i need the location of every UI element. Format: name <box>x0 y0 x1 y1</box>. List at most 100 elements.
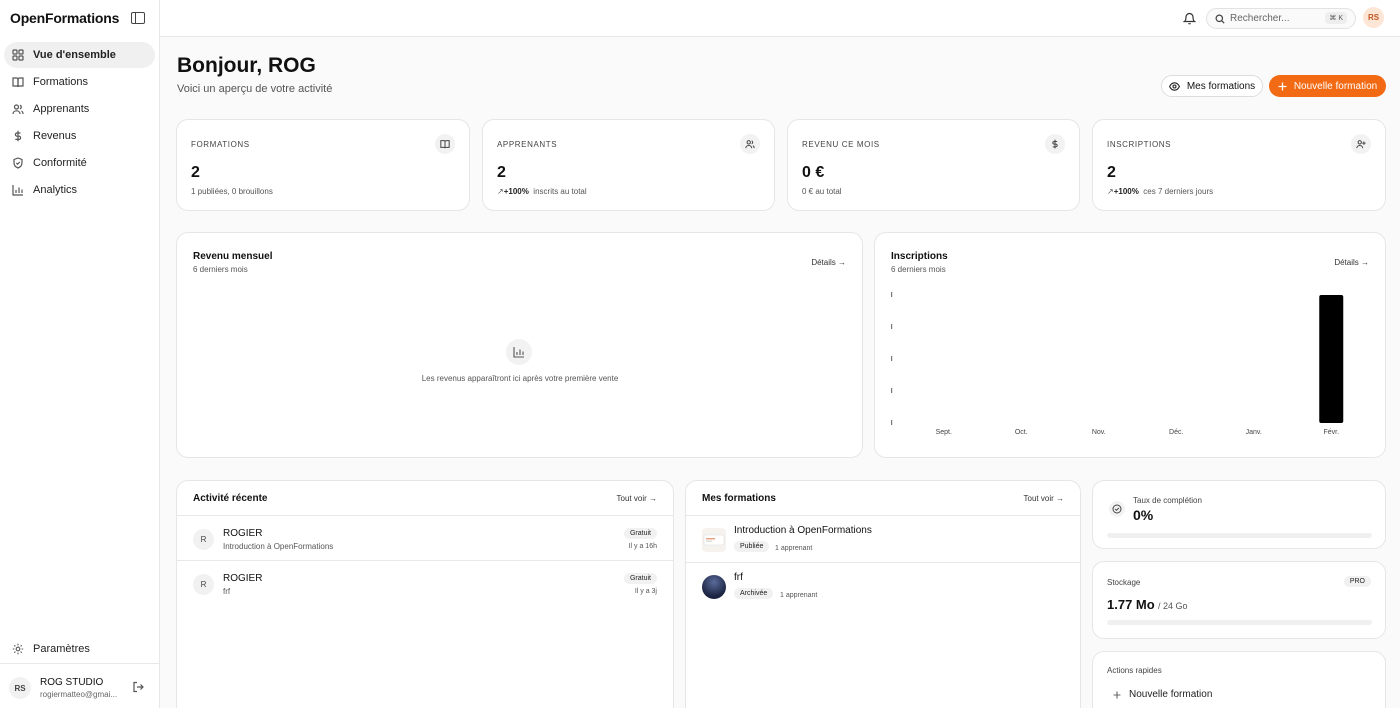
link-label: Tout voir <box>616 494 647 503</box>
topbar: ⌘ K RS <box>160 0 1400 37</box>
eye-icon <box>1168 81 1180 91</box>
stat-card-revenue[interactable]: REVENU CE MOIS 0 € 0 € au total <box>787 119 1080 211</box>
inscriptions-panel: Inscriptions 6 derniers mois Détails → S… <box>874 232 1386 458</box>
sidebar-toggle-icon[interactable] <box>131 12 145 24</box>
app-logo[interactable]: OpenFormations <box>10 10 119 26</box>
revenue-details-link[interactable]: Détails → <box>811 258 846 267</box>
logout-icon[interactable] <box>132 681 144 693</box>
stat-card-formations[interactable]: FORMATIONS 2 1 publiées, 0 brouillons <box>176 119 470 211</box>
sidebar-item-analytics[interactable]: Analytics <box>4 177 155 203</box>
panel-title: Revenu mensuel <box>193 251 273 262</box>
list-item[interactable]: R ROGIER Introduction à OpenFormations G… <box>177 516 673 561</box>
completion-value: 0% <box>1133 507 1154 523</box>
empty-state-text: Les revenus apparaîtront ici après votre… <box>421 374 619 383</box>
course-learners: 1 apprenant <box>775 545 813 552</box>
my-courses-button[interactable]: Mes formations <box>1161 75 1263 97</box>
sidebar-item-formations[interactable]: Formations <box>4 69 155 95</box>
search-shortcut: ⌘ K <box>1325 12 1347 24</box>
x-tick-label: Févr. <box>1323 429 1339 436</box>
sidebar-item-label: Formations <box>33 76 89 88</box>
book-icon <box>12 76 24 88</box>
arrow-right-icon: → <box>1056 494 1064 503</box>
stat-card-apprenants[interactable]: APPRENANTS 2 ↗+100% inscrits au total <box>482 119 775 211</box>
sidebar-item-conformite[interactable]: Conformité <box>4 150 155 176</box>
chart-bar[interactable] <box>1319 295 1344 423</box>
stat-sub: ↗+100% ces 7 derniers jours <box>1107 187 1213 196</box>
status-badge: Archivée <box>734 588 774 599</box>
storage-used: 1.77 Mo <box>1107 597 1155 612</box>
panel-title: Activité récente <box>193 493 268 504</box>
sidebar-item-label: Analytics <box>33 184 78 196</box>
search-input[interactable] <box>1230 13 1320 24</box>
sidebar-item-label: Revenus <box>33 130 77 142</box>
course-learners: 1 apprenant <box>780 592 818 599</box>
arrow-right-icon: → <box>838 258 846 267</box>
stat-trend: +100% <box>503 187 529 196</box>
my-courses-label: Mes formations <box>1186 80 1256 92</box>
page-title: Bonjour, ROG <box>177 54 316 77</box>
panel-title: Mes formations <box>702 493 776 504</box>
quick-actions-card: Actions rapides Nouvelle formation <box>1092 651 1386 708</box>
completion-progress <box>1107 533 1372 538</box>
storage-total: / 24 Go <box>1158 601 1188 611</box>
avatar[interactable]: RS <box>1363 7 1384 28</box>
plan-badge: PRO <box>1343 576 1371 587</box>
stat-value: 2 <box>191 164 200 181</box>
stat-card-inscriptions[interactable]: INSCRIPTIONS 2 ↗+100% ces 7 derniers jou… <box>1092 119 1386 211</box>
status-badge: Publiée <box>734 541 770 552</box>
activity-panel: Activité récente Tout voir → R ROGIER In… <box>176 480 674 708</box>
courses-panel: Mes formations Tout voir → Introduction … <box>685 480 1081 708</box>
course-title: Introduction à OpenFormations <box>734 525 872 536</box>
price-badge: Gratuit <box>623 573 657 584</box>
user-plus-icon <box>1351 134 1371 154</box>
trend-up-icon: ↗ <box>497 187 504 196</box>
x-tick-label: Déc. <box>1169 429 1183 436</box>
new-course-label: Nouvelle formation <box>1293 80 1378 92</box>
activity-time: Il y a 16h <box>628 543 657 550</box>
list-item[interactable]: Introduction à OpenFormations Publiée 1 … <box>686 516 1080 563</box>
dollar-icon <box>1045 134 1065 154</box>
avatar[interactable]: RS <box>9 677 31 699</box>
search-icon <box>1215 14 1225 24</box>
storage-label: Stockage <box>1107 578 1141 587</box>
stat-label: APPRENANTS <box>497 140 558 149</box>
plus-icon <box>1113 691 1121 699</box>
activity-header: Activité récente Tout voir → <box>177 481 673 516</box>
course-thumbnail <box>702 528 726 552</box>
grid-icon <box>12 49 24 61</box>
x-tick-label: Sept. <box>936 429 952 436</box>
stat-sub: 1 publiées, 0 brouillons <box>191 187 273 196</box>
storage-progress <box>1107 620 1372 625</box>
bell-icon[interactable] <box>1183 11 1196 25</box>
x-tick-label: Janv. <box>1246 429 1262 436</box>
sidebar-item-revenus[interactable]: Revenus <box>4 123 155 149</box>
stat-label: FORMATIONS <box>191 140 250 149</box>
avatar: R <box>193 574 214 595</box>
link-label: Détails <box>811 258 836 267</box>
activity-see-all-link[interactable]: Tout voir → <box>617 494 657 503</box>
search-box[interactable]: ⌘ K <box>1206 8 1356 29</box>
quick-action-new-course[interactable]: Nouvelle formation <box>1113 689 1212 700</box>
users-icon <box>740 134 760 154</box>
list-item[interactable]: frf Archivée 1 apprenant <box>686 563 1080 610</box>
stat-trend: +100% <box>1113 187 1139 196</box>
activity-time: Il y a 3j <box>634 588 657 595</box>
courses-see-all-link[interactable]: Tout voir → <box>1024 494 1064 503</box>
y-tick <box>891 324 893 329</box>
stat-label: REVENU CE MOIS <box>802 140 880 149</box>
inscriptions-chart: Sept. Oct. Nov. Déc. Janv. Févr. <box>891 292 1344 436</box>
trend-up-icon: ↗ <box>1107 187 1114 196</box>
check-circle-icon <box>1109 501 1125 517</box>
stat-value: 2 <box>1107 164 1116 181</box>
sidebar-item-settings[interactable]: Paramètres <box>4 636 155 662</box>
list-item[interactable]: R ROGIER frf Gratuit Il y a 3j <box>177 561 673 606</box>
activity-course: frf <box>223 587 231 596</box>
sidebar: OpenFormations Vue d'ensemble Formations… <box>0 0 160 708</box>
sidebar-item-label: Conformité <box>33 157 87 169</box>
bar-chart-icon <box>12 184 24 196</box>
sidebar-item-apprenants[interactable]: Apprenants <box>4 96 155 122</box>
new-course-button[interactable]: Nouvelle formation <box>1269 75 1386 97</box>
sidebar-item-overview[interactable]: Vue d'ensemble <box>4 42 155 68</box>
y-tick <box>891 388 893 393</box>
completion-card: Taux de complétion 0% <box>1092 480 1386 549</box>
